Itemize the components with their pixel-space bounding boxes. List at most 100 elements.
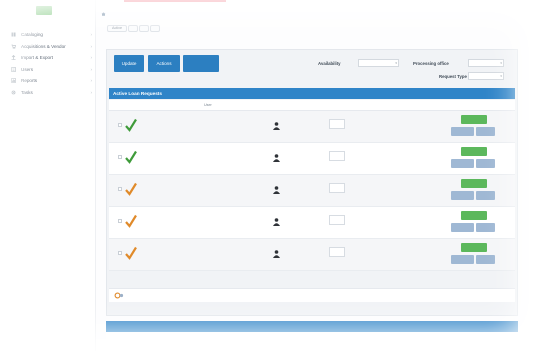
processing-office-select[interactable]: ▾ — [468, 59, 504, 67]
chevron-down-icon: ▾ — [395, 61, 397, 65]
receipt-input[interactable] — [329, 151, 345, 161]
sidebar-item-label: Acquisitions & Vendor — [21, 43, 66, 49]
book-icon — [11, 32, 16, 37]
table-row[interactable] — [109, 175, 515, 207]
cart-icon — [11, 44, 16, 49]
chevron-down-icon: ▾ — [500, 74, 502, 78]
sidebar: Cataloging › Acquisitions & Vendor › Imp… — [0, 0, 96, 351]
row-actions — [451, 211, 497, 234]
person-icon — [273, 250, 280, 258]
row-checkbox[interactable] — [118, 155, 122, 159]
refresh-icon[interactable] — [114, 292, 124, 299]
row-checkbox[interactable] — [118, 123, 122, 127]
sidebar-item-acquisitions[interactable]: Acquisitions & Vendor › — [0, 41, 96, 53]
table-row[interactable] — [109, 111, 515, 143]
row-action-button[interactable] — [451, 127, 474, 136]
subtab-available-collections[interactable] — [128, 25, 139, 32]
chevron-right-icon: › — [90, 32, 93, 37]
user-icon — [11, 66, 16, 72]
row-checkbox[interactable] — [118, 251, 122, 255]
availability-label: Availability — [318, 61, 341, 66]
processing-office-label: Processing office — [413, 61, 449, 66]
receipt-input[interactable] — [329, 119, 345, 129]
chevron-right-icon: › — [90, 78, 93, 83]
page-frame: Cataloging › Acquisitions & Vendor › Imp… — [0, 0, 541, 351]
subtab-active[interactable]: Active — [107, 25, 128, 32]
chevron-right-icon: › — [90, 55, 93, 60]
confirm-button[interactable] — [461, 147, 487, 156]
chevron-right-icon: › — [90, 66, 93, 72]
row-action-button[interactable] — [476, 255, 495, 264]
subtab-series[interactable] — [150, 25, 161, 32]
update-button[interactable]: Update — [114, 55, 144, 72]
confirm-button[interactable] — [461, 179, 487, 188]
row-action-button[interactable] — [476, 223, 495, 232]
sidebar-item-label: Users — [21, 66, 33, 72]
row-action-button[interactable] — [451, 255, 474, 264]
subtab-bar: Active — [107, 25, 161, 32]
sidebar-item-label: Reports — [21, 78, 38, 84]
receipt-input[interactable] — [329, 183, 345, 193]
chevron-right-icon: › — [90, 89, 93, 95]
request-type-select[interactable]: ▾ — [468, 72, 504, 80]
receipt-input[interactable] — [329, 215, 345, 225]
table-row[interactable] — [109, 239, 515, 271]
row-checkbox[interactable] — [118, 219, 122, 223]
column-header[interactable]: User — [204, 103, 212, 107]
confirm-button[interactable] — [461, 243, 487, 252]
row-action-button[interactable] — [451, 159, 474, 168]
sidebar-item-label: Tasks — [21, 89, 33, 95]
arrows-icon — [11, 55, 16, 61]
table-header: User — [109, 100, 515, 111]
row-actions — [451, 115, 497, 138]
loan-requests-table: User — [109, 100, 515, 271]
person-icon — [273, 186, 280, 194]
table-row[interactable] — [109, 207, 515, 239]
breadcrumb — [101, 12, 108, 16]
chart-icon — [11, 78, 16, 84]
sidebar-item-import-export[interactable]: Import & Export › — [0, 52, 96, 64]
sidebar-item-reports[interactable]: Reports › — [0, 75, 96, 87]
row-actions — [451, 147, 497, 170]
second-table-header — [106, 332, 518, 351]
active-other-requests-header — [106, 321, 518, 332]
sidebar-nav: Cataloging › Acquisitions & Vendor › Imp… — [0, 29, 96, 98]
pagination-bar — [109, 288, 515, 302]
alert-strip — [124, 0, 226, 2]
availability-select[interactable]: ▾ — [358, 59, 399, 67]
chevron-right-icon: › — [90, 43, 93, 49]
check-icon — [125, 118, 137, 132]
row-action-button[interactable] — [476, 127, 495, 136]
subtab-store-communications[interactable] — [139, 25, 150, 32]
table-body — [109, 111, 515, 271]
confirm-button[interactable] — [461, 211, 487, 220]
sidebar-item-cataloging[interactable]: Cataloging › — [0, 29, 96, 41]
row-actions — [451, 179, 497, 202]
gear-icon — [11, 90, 16, 95]
app-logo[interactable] — [36, 6, 52, 15]
row-action-button[interactable] — [451, 223, 474, 232]
sidebar-item-users[interactable]: Users › — [0, 64, 96, 76]
active-loan-requests-header: Active Loan Requests — [109, 88, 515, 99]
request-type-label: Request Type — [439, 74, 467, 79]
home-icon[interactable] — [101, 12, 106, 16]
row-checkbox[interactable] — [118, 187, 122, 191]
person-icon — [273, 154, 280, 162]
person-icon — [273, 218, 280, 226]
person-icon — [273, 122, 280, 130]
check-icon — [125, 246, 137, 260]
row-actions — [451, 243, 497, 266]
table-row[interactable] — [109, 143, 515, 175]
check-icon — [125, 182, 137, 196]
sidebar-item-tasks[interactable]: Tasks › — [0, 87, 96, 99]
sidebar-item-label: Cataloging — [21, 32, 43, 38]
row-action-button[interactable] — [451, 191, 474, 200]
sidebar-item-label: Import & Export — [21, 55, 53, 61]
chevron-down-icon: ▾ — [500, 61, 502, 65]
confirm-button[interactable] — [461, 115, 487, 124]
receipt-input[interactable] — [329, 247, 345, 257]
other-button[interactable] — [183, 55, 219, 72]
row-action-button[interactable] — [476, 191, 495, 200]
actions-button[interactable]: Actions — [148, 55, 180, 72]
row-action-button[interactable] — [476, 159, 495, 168]
